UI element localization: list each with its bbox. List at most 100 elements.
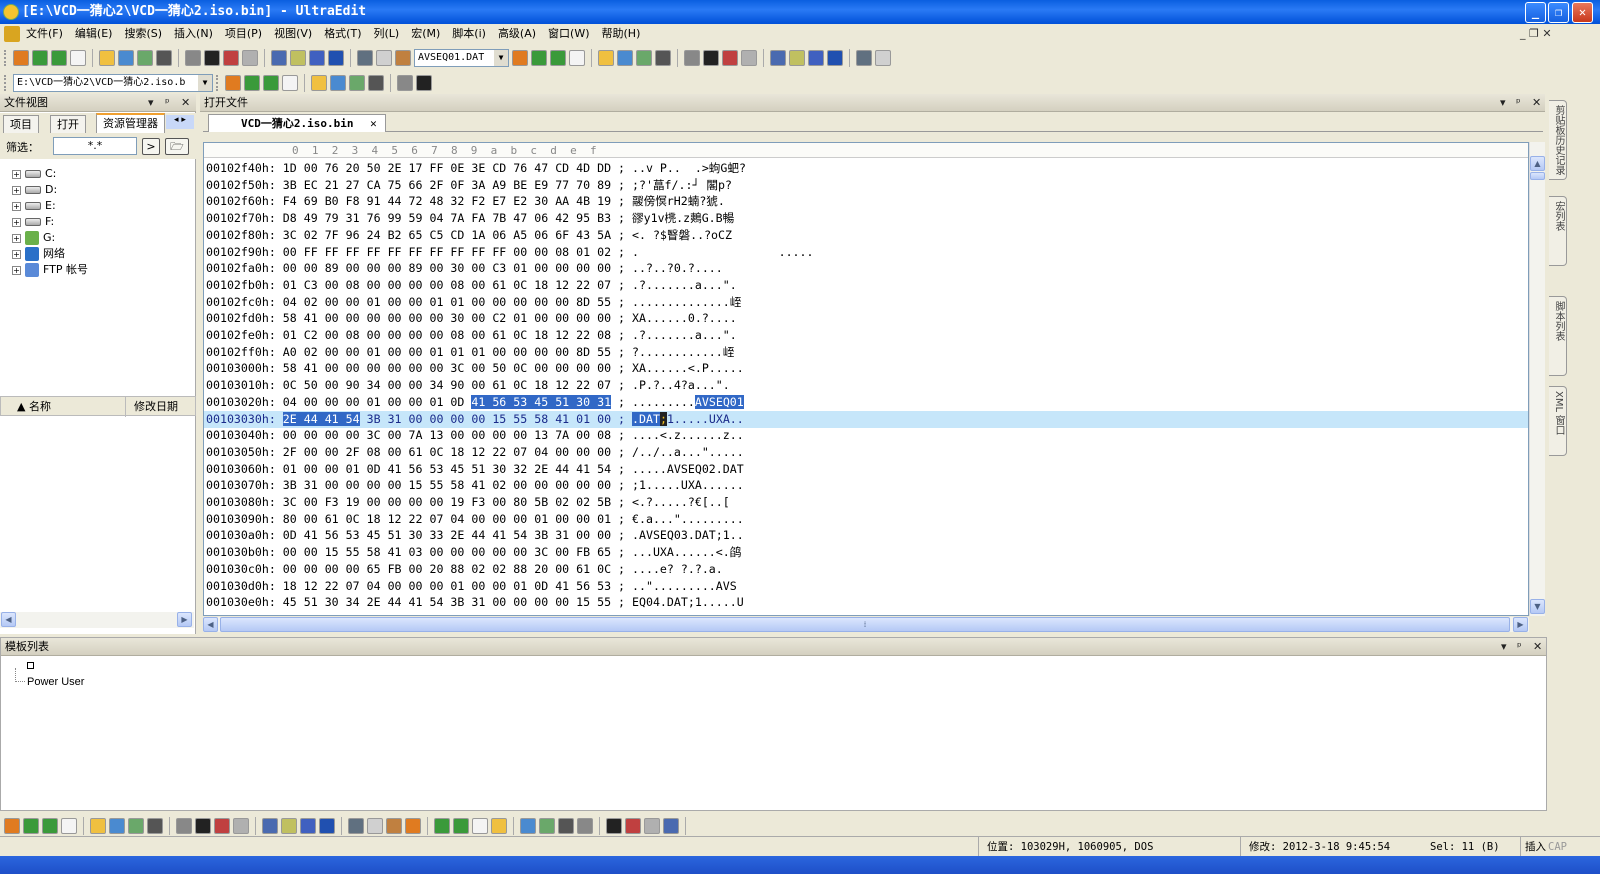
html-tag-icon[interactable] [4, 818, 20, 834]
h1-icon[interactable] [90, 818, 106, 834]
scroll-right-icon[interactable]: ▶ [1513, 617, 1528, 632]
paste-icon[interactable] [395, 50, 411, 66]
scroll-left-icon[interactable]: ◀ [1, 612, 16, 627]
select-icon[interactable] [367, 818, 383, 834]
list2-icon[interactable] [233, 818, 249, 834]
find-next-icon[interactable] [550, 50, 566, 66]
vertical-scrollbar[interactable]: ▲ ▼ [1529, 142, 1545, 616]
expand-icon[interactable]: + [12, 201, 21, 211]
open-file-icon[interactable] [99, 50, 115, 66]
tree-item[interactable]: + E: [12, 198, 56, 214]
hex-row[interactable]: 00102f60h: F4 69 B0 F8 91 44 72 48 32 F2… [204, 193, 1528, 210]
menu-5[interactable]: 视图(V) [268, 24, 318, 44]
menu-0[interactable]: 文件(F) [20, 24, 69, 44]
scroll-thumb[interactable] [1530, 172, 1545, 180]
hex-row[interactable]: 00102f70h: D8 49 79 31 76 99 59 04 7A FA… [204, 210, 1528, 227]
hex-row[interactable]: 00102ff0h: A0 02 00 00 01 00 00 01 01 01… [204, 344, 1528, 361]
menu-9[interactable]: 脚本(i) [446, 24, 492, 44]
tree-root-node[interactable] [27, 662, 34, 669]
column-name[interactable]: ▲ 名称 [17, 397, 51, 417]
back-icon[interactable] [32, 50, 48, 66]
pin-icon[interactable]: ᵖ [165, 94, 170, 112]
hex-row[interactable]: 00103080h: 3C 00 F3 19 00 00 00 00 19 F3… [204, 494, 1528, 511]
menu-1[interactable]: 编辑(E) [69, 24, 119, 44]
expand-icon[interactable]: + [12, 233, 21, 243]
side-tab[interactable]: 宏列表 [1549, 196, 1567, 266]
panel-close-icon[interactable]: ✕ [1532, 94, 1541, 112]
frame-icon[interactable] [520, 818, 536, 834]
expand-icon[interactable]: + [12, 169, 21, 179]
tip-icon[interactable] [856, 50, 872, 66]
help-icon[interactable] [875, 50, 891, 66]
radio-icon[interactable] [405, 818, 421, 834]
edit-icon[interactable] [663, 818, 679, 834]
hex-row[interactable]: 00103040h: 00 00 00 00 3C 00 7A 13 00 00… [204, 427, 1528, 444]
menu-4[interactable]: 项目(P) [219, 24, 268, 44]
tree-item[interactable]: + F: [12, 214, 54, 230]
restore-button[interactable]: ❐ [1548, 2, 1569, 23]
side-tab[interactable]: XML 窗口 [1549, 386, 1567, 456]
hex-row[interactable]: 00102f40h: 1D 00 76 20 50 2E 17 FF 0E 3E… [204, 160, 1528, 177]
copy-icon[interactable] [376, 50, 392, 66]
panel-menu-icon[interactable]: ▾ [1500, 94, 1506, 112]
tree-item[interactable]: + G: [12, 230, 55, 246]
hex-row[interactable]: 00103000h: 58 41 00 00 00 00 00 00 3C 00… [204, 360, 1528, 377]
google-icon[interactable] [225, 75, 241, 91]
new-from-template-icon[interactable] [13, 50, 29, 66]
dropdown-arrow-icon[interactable]: ▼ [198, 75, 212, 91]
hex-row[interactable]: 00102fd0h: 58 41 00 00 00 00 00 00 30 00… [204, 310, 1528, 327]
hex-row[interactable]: 00102fc0h: 04 02 00 00 01 00 00 01 01 00… [204, 294, 1528, 311]
checkbox-icon[interactable] [386, 818, 402, 834]
template-item[interactable]: Power User [27, 676, 84, 688]
hex-row[interactable]: 00103010h: 0C 50 00 90 34 00 00 34 90 00… [204, 377, 1528, 394]
forward-icon[interactable] [51, 50, 67, 66]
dictionary-icon[interactable] [330, 75, 346, 91]
font-icon[interactable] [204, 50, 220, 66]
textarea-icon[interactable] [348, 818, 364, 834]
expand-icon[interactable]: + [12, 185, 21, 195]
browse-folder-button[interactable]: 🗁 [165, 138, 189, 155]
hex-row[interactable]: 001030e0h: 45 51 30 34 2E 44 41 54 3B 31… [204, 594, 1528, 611]
php-icon[interactable] [368, 75, 384, 91]
side-tab[interactable]: 脚本列表 [1549, 296, 1567, 376]
color-icon[interactable] [176, 818, 192, 834]
align-left-icon[interactable] [636, 50, 652, 66]
justify-icon[interactable] [703, 50, 719, 66]
menu-3[interactable]: 插入(N) [168, 24, 219, 44]
tree-item[interactable]: + FTP 帐号 [12, 262, 88, 278]
spell-icon[interactable] [617, 50, 633, 66]
open-folder-icon[interactable] [118, 50, 134, 66]
scroll-up-icon[interactable]: ▲ [1530, 156, 1545, 171]
file-tab[interactable]: VCD一猜心2.iso.bin ✕ [208, 114, 386, 132]
expand-icon[interactable]: + [12, 249, 21, 259]
print-preview-icon[interactable] [185, 50, 201, 66]
list3-icon[interactable] [262, 818, 278, 834]
comment-icon[interactable] [491, 818, 507, 834]
menu-12[interactable]: 帮助(H) [596, 24, 647, 44]
tree-item[interactable]: + D: [12, 182, 57, 198]
css-icon[interactable] [625, 818, 641, 834]
anchor-icon[interactable] [472, 818, 488, 834]
preview-icon[interactable] [808, 50, 824, 66]
refresh-icon[interactable] [827, 50, 843, 66]
wikipedia-icon[interactable] [263, 75, 279, 91]
cut-icon[interactable] [357, 50, 373, 66]
tile-icon[interactable] [741, 50, 757, 66]
find-prev-icon[interactable] [531, 50, 547, 66]
expand-icon[interactable]: + [12, 217, 21, 227]
column-modified-date[interactable]: 修改日期 [125, 397, 178, 417]
dropdown-arrow-icon[interactable]: ▼ [494, 50, 508, 66]
find-binoculars-icon[interactable] [512, 50, 528, 66]
print-icon[interactable] [156, 50, 172, 66]
scroll-left-icon[interactable]: ◀ [203, 617, 218, 632]
lightbulb-icon[interactable] [311, 75, 327, 91]
hex-row[interactable]: 00102fe0h: 01 C2 00 08 00 00 00 00 08 00… [204, 327, 1528, 344]
hex-row[interactable]: 00103030h: 2E 44 41 54 3B 31 00 00 00 00… [204, 410, 1528, 428]
cascade-icon[interactable] [770, 50, 786, 66]
panel-menu-icon[interactable]: ▾ [1501, 638, 1507, 656]
hex-row[interactable]: 001030d0h: 18 12 22 07 04 00 00 00 01 00… [204, 578, 1528, 595]
tab-close-icon[interactable]: ✕ [370, 117, 377, 130]
button-icon[interactable] [319, 818, 335, 834]
hex-row[interactable]: 00102f80h: 3C 02 7F 96 24 B2 65 C5 CD 1A… [204, 227, 1528, 244]
hex-row[interactable]: 00102f90h: 00 FF FF FF FF FF FF FF FF FF… [204, 244, 1528, 261]
